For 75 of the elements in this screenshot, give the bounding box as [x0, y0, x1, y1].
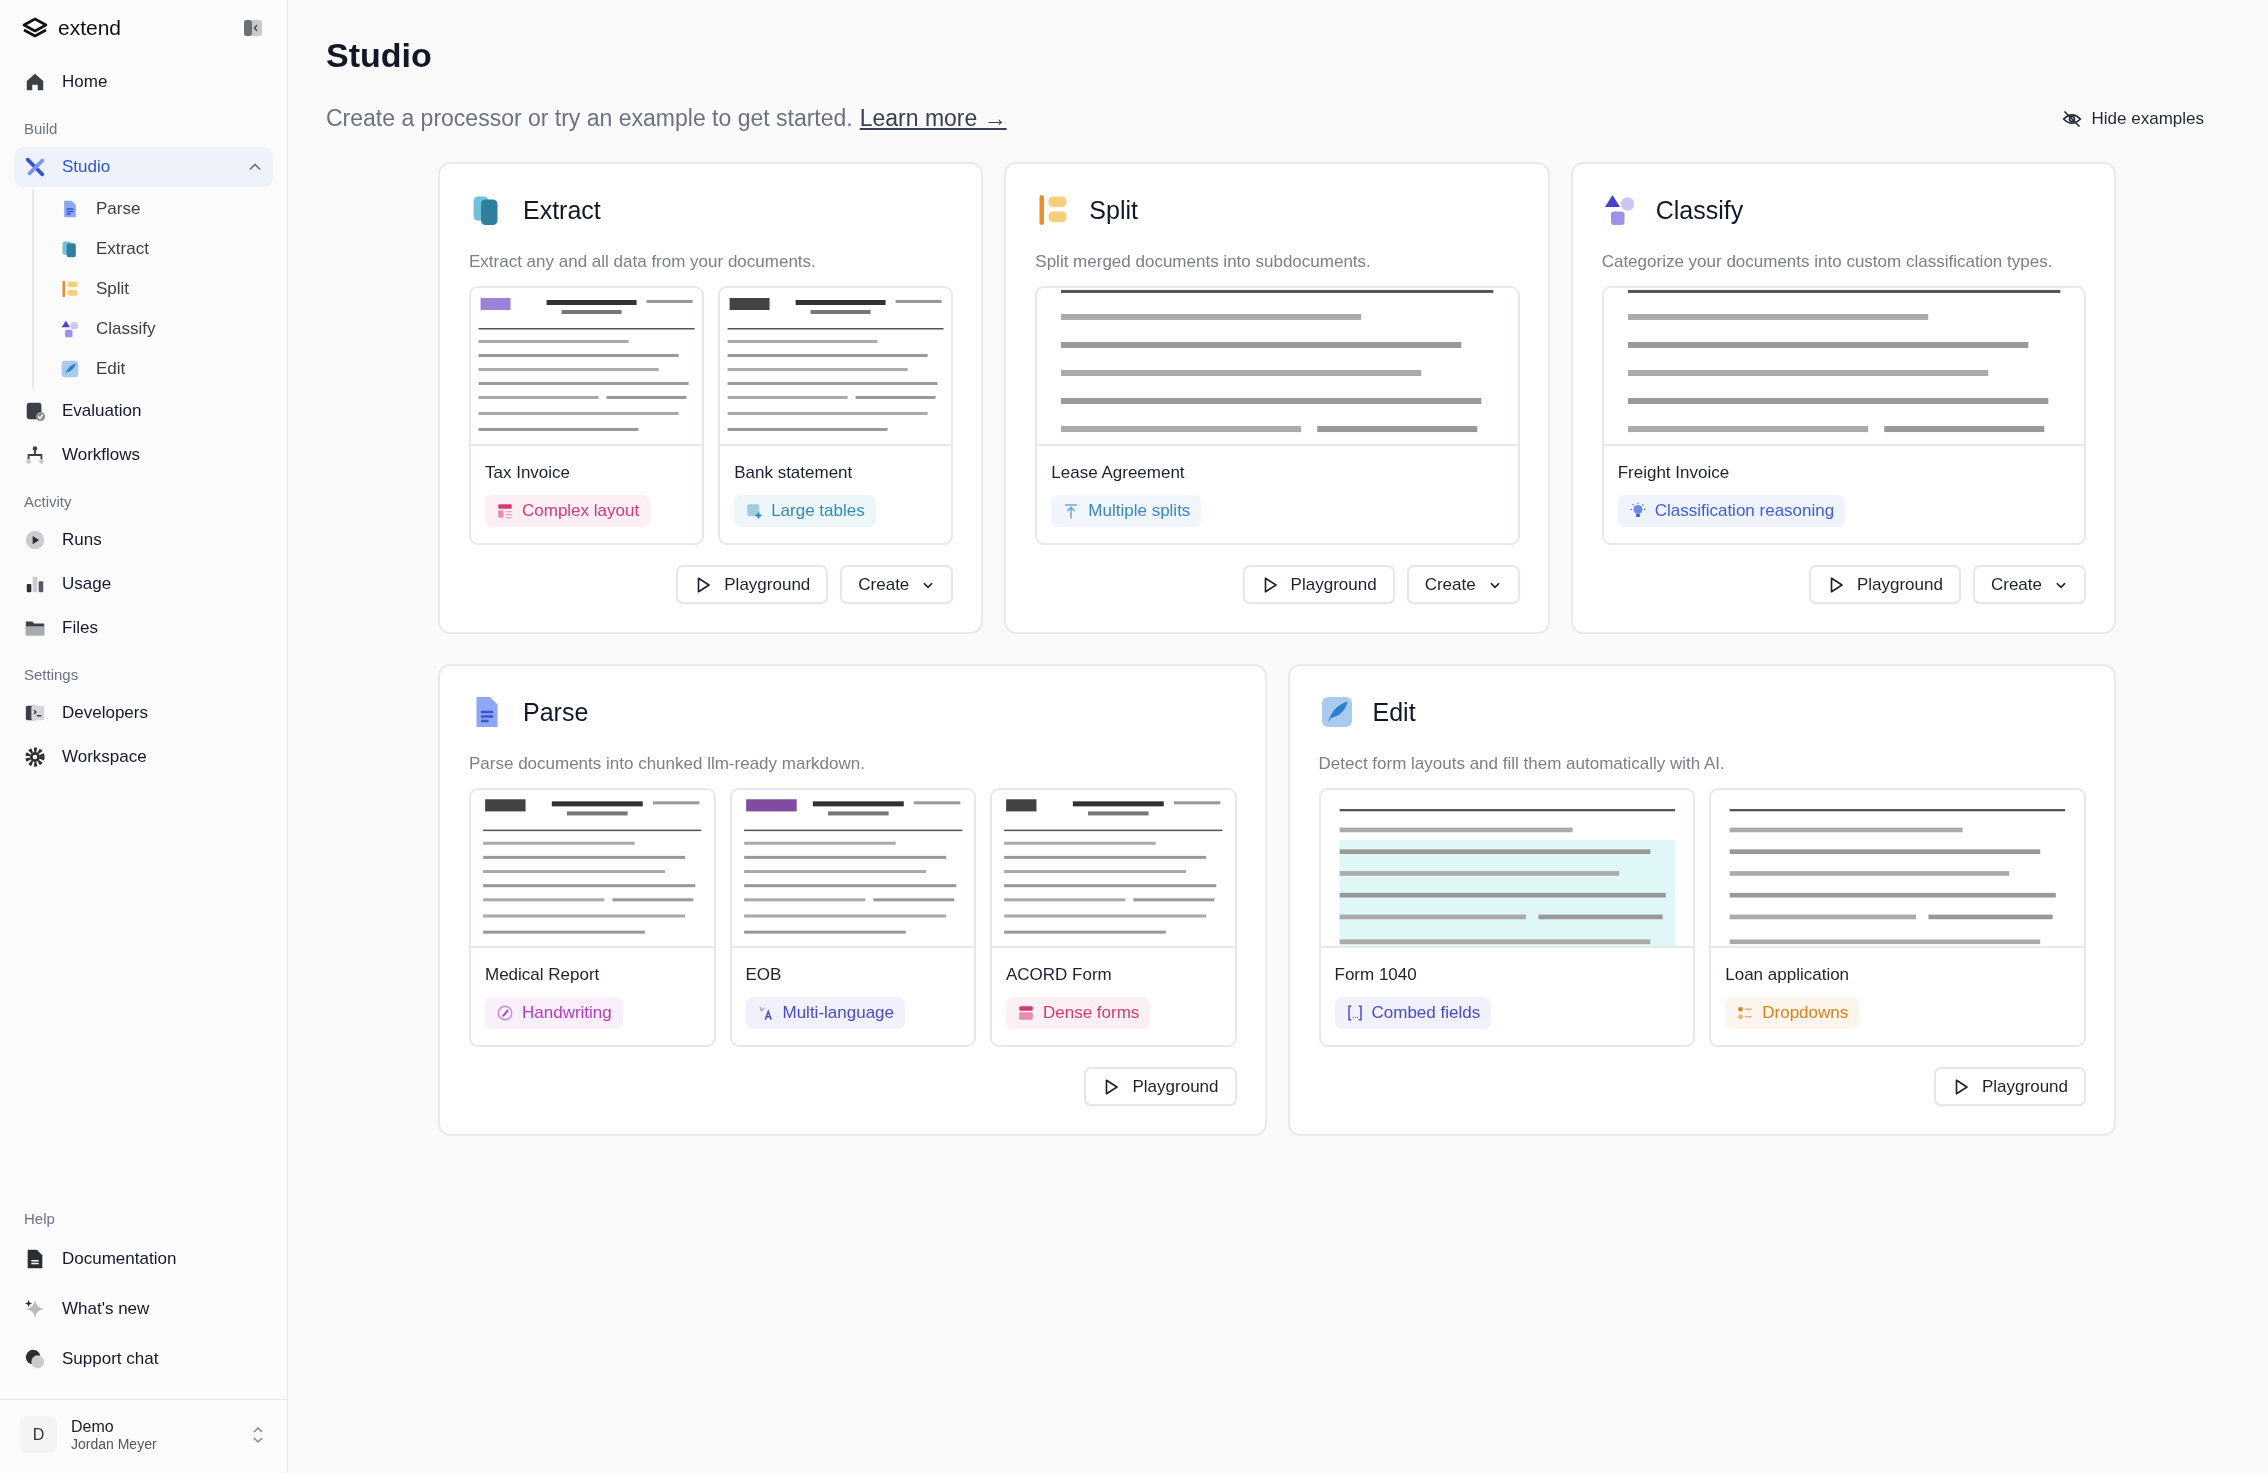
nav-subitem[interactable]: Edit: [46, 351, 273, 387]
example-card[interactable]: Form 1040 Combed fields: [1318, 788, 1696, 1047]
example-card[interactable]: EOB Multi-language: [729, 788, 976, 1047]
example-card[interactable]: Tax Invoice Complex layout: [469, 286, 705, 545]
example-name: Lease Agreement: [1051, 463, 1185, 483]
learn-more-link[interactable]: Learn more →: [859, 105, 1007, 131]
feature-tag: Multi-language: [745, 997, 905, 1029]
nav-item[interactable]: Workflows: [14, 435, 273, 475]
intro-text: Create a processor or try an example to get started.: [326, 105, 853, 132]
example-name: Tax Invoice: [485, 463, 571, 483]
card-description: Parse documents into chunked llm-ready markdown.: [469, 754, 866, 774]
playground-button[interactable]: Playground: [1808, 565, 1961, 604]
nav-item[interactable]: Support chat: [14, 1337, 273, 1381]
playground-button[interactable]: Playground: [676, 565, 829, 604]
nav-item[interactable]: Developers: [14, 693, 273, 733]
feature-tag: Handwriting: [485, 997, 623, 1029]
card-title: Classify: [1655, 195, 1744, 225]
example-name: Freight Invoice: [1617, 463, 1730, 483]
example-card[interactable]: ACORD Form Dense forms: [990, 788, 1237, 1047]
card-description: Extract any and all data from your documents.: [469, 252, 817, 272]
nav-item[interactable]: What's new: [14, 1287, 273, 1331]
example-name: Medical Report: [485, 965, 600, 985]
section-label: Help: [23, 1209, 56, 1229]
nav-item[interactable]: Workspace: [14, 737, 273, 777]
feature-tag: Large tables: [734, 495, 876, 527]
workspace-name: Demo: [71, 1417, 115, 1436]
card-description: Categorize your documents into custom classification types.: [1601, 252, 2054, 272]
account-switcher[interactable]: D Demo Jordan Meyer: [0, 1399, 287, 1473]
nav-subitem[interactable]: Split: [46, 271, 273, 307]
example-card[interactable]: Loan application Dropdowns: [1709, 788, 2086, 1047]
section-label: Activity: [23, 492, 73, 512]
nav-item[interactable]: Documentation: [14, 1237, 273, 1281]
page-title: Studio: [326, 36, 433, 75]
example-name: Form 1040: [1334, 965, 1417, 985]
nav-subitem[interactable]: Extract: [46, 231, 273, 267]
example-card[interactable]: Medical Report Handwriting: [469, 788, 716, 1047]
feature-tag: Classification reasoning: [1617, 495, 1846, 527]
example-name: Loan application: [1725, 965, 1850, 985]
card-description: Split merged documents into subdocuments.: [1035, 252, 1372, 272]
create-button[interactable]: Create: [1406, 565, 1520, 604]
feature-tag: Combed fields: [1334, 997, 1492, 1029]
user-name: Jordan Meyer: [71, 1435, 158, 1452]
create-button[interactable]: Create: [1972, 565, 2086, 604]
card-title: Parse: [523, 697, 589, 727]
feature-tag: Multiple splits: [1051, 495, 1202, 527]
example-card[interactable]: Lease Agreement Multiple splits: [1035, 286, 1520, 545]
nav-subitem[interactable]: Classify: [46, 311, 273, 347]
card-title: Split: [1089, 195, 1138, 225]
section-label: Settings: [23, 665, 80, 685]
feature-tag: Dropdowns: [1725, 997, 1860, 1029]
playground-button[interactable]: Playground: [1242, 565, 1395, 604]
card-title: Edit: [1372, 697, 1416, 727]
feature-tag: Dense forms: [1006, 997, 1151, 1029]
example-card[interactable]: Bank statement Large tables: [718, 286, 954, 545]
example-name: Bank statement: [734, 463, 853, 483]
nav-item[interactable]: Home: [14, 62, 273, 102]
create-button[interactable]: Create: [840, 565, 954, 604]
section-label: Build: [23, 119, 59, 139]
hide-examples-button[interactable]: Hide examples: [2055, 107, 2210, 130]
nav-item[interactable]: Studio: [14, 147, 273, 187]
feature-tag: Complex layout: [485, 495, 651, 527]
example-name: EOB: [745, 965, 782, 985]
example-name: ACORD Form: [1006, 965, 1112, 985]
nav-item[interactable]: Runs: [14, 520, 273, 560]
playground-button[interactable]: Playground: [1934, 1067, 2086, 1106]
nav-item[interactable]: Usage: [14, 564, 273, 604]
card-title: Extract: [523, 195, 601, 225]
brand-name: extend: [58, 16, 122, 40]
playground-button[interactable]: Playground: [1084, 1067, 1237, 1106]
avatar: D: [20, 1416, 57, 1453]
example-card[interactable]: Freight Invoice Classification reasoning: [1601, 286, 2086, 545]
nav-item[interactable]: Evaluation: [14, 391, 273, 431]
card-description: Detect form layouts and fill them automatically with AI.: [1318, 754, 1726, 774]
nav-subitem[interactable]: Parse: [46, 191, 273, 227]
nav-item[interactable]: Files: [14, 608, 273, 648]
